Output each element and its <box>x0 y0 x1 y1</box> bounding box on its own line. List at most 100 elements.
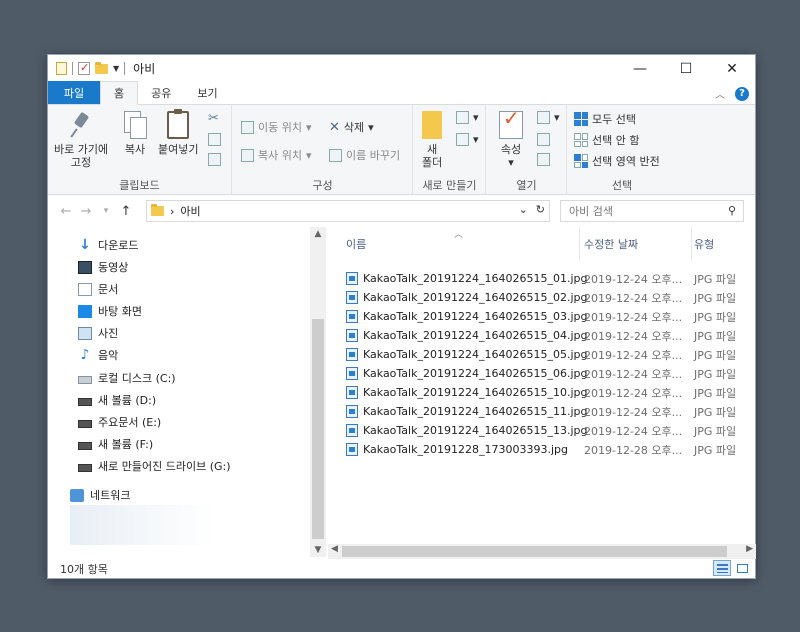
nav-item-pictures[interactable]: 사진 <box>78 323 118 343</box>
file-row[interactable]: KakaoTalk_20191228_173003393.jpg 2019-12-… <box>346 440 756 459</box>
nav-item-music[interactable]: ♪ 음악 <box>78 345 119 365</box>
column-header-date[interactable]: 수정한 날짜 <box>584 227 692 261</box>
tab-file[interactable]: 파일 <box>48 81 100 104</box>
open-group-label: 열기 <box>516 179 537 192</box>
nav-item-documents[interactable]: 문서 <box>78 279 118 299</box>
file-row[interactable]: KakaoTalk_20191224_164026515_05.jpg 2019-… <box>346 345 756 364</box>
file-row[interactable]: KakaoTalk_20191224_164026515_06.jpg 2019-… <box>346 364 756 383</box>
search-icon[interactable]: ⚲ <box>728 204 736 217</box>
file-row[interactable]: KakaoTalk_20191224_164026515_03.jpg 2019-… <box>346 307 756 326</box>
tab-view[interactable]: 보기 <box>184 81 230 104</box>
recent-locations-icon[interactable]: ▾ <box>96 206 116 216</box>
nav-item-drive-e[interactable]: 주요문서 (E:) <box>78 412 161 432</box>
file-date: 2019-12-24 오후... <box>584 272 683 286</box>
view-switcher <box>713 560 751 576</box>
nav-item-drive-d[interactable]: 새 볼륨 (D:) <box>78 390 156 410</box>
minimize-button[interactable]: — <box>617 55 663 82</box>
file-row[interactable]: KakaoTalk_20191224_164026515_02.jpg 2019-… <box>346 288 756 307</box>
nav-item-drive-g[interactable]: 새로 만들어진 드라이브 (G:) <box>78 456 231 476</box>
tab-home[interactable]: 홈 <box>100 81 139 105</box>
breadcrumb-current[interactable]: 아비 <box>180 203 200 219</box>
new-folder-label-line2: 폴더 <box>422 156 443 169</box>
open-button[interactable]: ▾ <box>537 111 560 124</box>
chevron-down-icon: ▾ <box>305 148 312 162</box>
file-type: JPG 파일 <box>694 405 737 419</box>
paste-shortcut-button[interactable] <box>208 153 221 166</box>
new-folder-button[interactable]: 새 폴더 <box>422 111 442 169</box>
file-list-horizontal-scrollbar[interactable]: ◀ ▶ <box>328 544 756 559</box>
large-icons-view-button[interactable] <box>733 560 751 576</box>
file-row[interactable]: KakaoTalk_20191224_164026515_01.jpg 2019-… <box>346 269 756 288</box>
drive-icon <box>78 441 92 450</box>
delete-button[interactable]: ✕ 삭제 ▾ <box>329 119 374 135</box>
chevron-down-icon: ▾ <box>368 120 374 134</box>
back-arrow-icon[interactable]: ← <box>56 204 76 219</box>
edit-button[interactable] <box>537 133 550 146</box>
new-folder-icon[interactable] <box>95 61 108 74</box>
check-icon[interactable] <box>78 61 90 75</box>
move-to-button[interactable]: 이동 위치 ▾ <box>241 119 312 135</box>
scroll-right-icon[interactable]: ▶ <box>746 544 753 554</box>
customize-toolbar-icon[interactable]: ▼ <box>113 64 119 73</box>
nav-item-drive-c[interactable]: 로컬 디스크 (C:) <box>78 368 176 388</box>
file-row[interactable]: KakaoTalk_20191224_164026515_04.jpg 2019-… <box>346 326 756 345</box>
refresh-icon[interactable]: ↻ <box>536 203 545 216</box>
nav-item-drive-f[interactable]: 새 볼륨 (F:) <box>78 434 153 454</box>
jpg-file-icon <box>346 405 358 418</box>
paste-button[interactable]: 붙여넣기 <box>158 109 198 156</box>
chevron-down-icon: ▾ <box>473 133 479 146</box>
properties-button[interactable]: 속성 ▾ <box>499 111 523 169</box>
rename-button[interactable]: 이름 바꾸기 <box>329 147 400 163</box>
navigation-pane-scrollbar[interactable]: ▲ ▼ <box>310 227 326 557</box>
copy-button[interactable]: 복사 <box>124 111 147 156</box>
nav-item-label: 새 볼륨 (F:) <box>98 438 154 451</box>
file-row[interactable]: KakaoTalk_20191224_164026515_13.jpg 2019-… <box>346 421 756 440</box>
nav-item-desktop[interactable]: 바탕 화면 <box>78 301 142 321</box>
cut-button[interactable]: ✂ <box>208 111 219 126</box>
pin-quick-access-button[interactable]: 바로 가기에 고정 <box>54 111 108 169</box>
file-type: JPG 파일 <box>694 367 737 381</box>
file-type: JPG 파일 <box>694 291 737 305</box>
history-button[interactable] <box>537 153 550 166</box>
collapse-ribbon-icon[interactable]: ︿ <box>715 86 725 101</box>
column-header-type[interactable]: 유형 <box>694 227 756 261</box>
nav-item-label: 새로 만들어진 드라이브 (G:) <box>98 460 231 473</box>
scroll-left-icon[interactable]: ◀ <box>331 544 338 554</box>
new-item-button[interactable]: ▾ <box>456 111 479 124</box>
maximize-button[interactable]: ☐ <box>663 55 709 82</box>
status-bar: 10개 항목 <box>48 558 755 579</box>
forward-arrow-icon[interactable]: → <box>76 204 96 219</box>
properties-icon[interactable] <box>56 62 67 75</box>
properties-label: 속성 <box>500 143 522 156</box>
copy-path-button[interactable] <box>208 133 221 146</box>
scroll-down-icon[interactable]: ▼ <box>310 545 326 555</box>
file-date: 2019-12-24 오후... <box>584 329 683 343</box>
help-icon[interactable]: ? <box>735 86 749 101</box>
folder-icon <box>151 204 164 216</box>
easy-access-button[interactable]: ▾ <box>456 133 479 146</box>
invert-selection-button[interactable]: 선택 영역 반전 <box>574 153 660 169</box>
file-row[interactable]: KakaoTalk_20191224_164026515_11.jpg 2019-… <box>346 402 756 421</box>
close-button[interactable]: ✕ <box>709 55 755 82</box>
file-name: KakaoTalk_20191224_164026515_03.jpg <box>363 310 588 323</box>
nav-item-downloads[interactable]: ↓ 다운로드 <box>78 235 138 255</box>
search-box[interactable]: 아비 검색 ⚲ <box>560 200 744 222</box>
scroll-up-icon[interactable]: ▲ <box>310 229 326 239</box>
select-all-button[interactable]: 모두 선택 <box>574 111 636 127</box>
column-header-name[interactable]: 이름 <box>346 227 580 261</box>
up-arrow-icon[interactable]: ↑ <box>116 204 136 219</box>
new-item-icon <box>456 111 469 124</box>
address-dropdown-icon[interactable]: ⌄ <box>519 203 528 216</box>
scrollbar-thumb[interactable] <box>342 546 727 557</box>
tab-share[interactable]: 공유 <box>138 81 184 104</box>
nav-item-network[interactable]: 네트워크 <box>70 485 130 505</box>
select-none-button[interactable]: 선택 안 함 <box>574 132 639 148</box>
details-view-button[interactable] <box>713 560 731 576</box>
file-row[interactable]: KakaoTalk_20191224_164026515_10.jpg 2019-… <box>346 383 756 402</box>
address-bar[interactable]: › 아비 ⌄ ↻ <box>146 200 550 222</box>
scrollbar-thumb[interactable] <box>312 319 324 539</box>
copy-to-button[interactable]: 복사 위치 ▾ <box>241 147 312 163</box>
ribbon-right-controls: ︿ ? <box>715 86 749 101</box>
nav-item-videos[interactable]: 동영상 <box>78 257 128 277</box>
select-all-icon <box>574 112 588 126</box>
